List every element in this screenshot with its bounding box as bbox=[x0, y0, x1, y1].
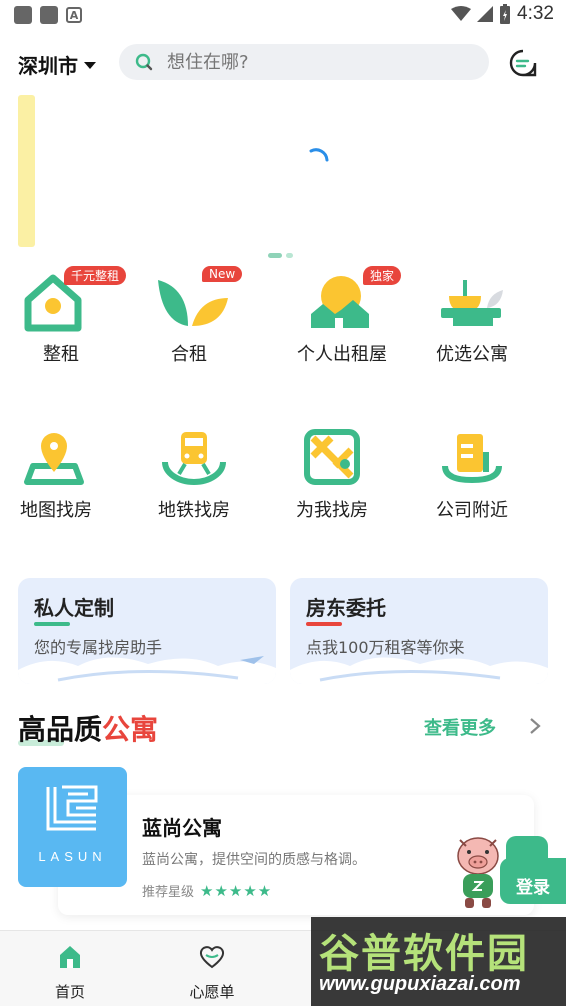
search-input[interactable] bbox=[167, 51, 447, 73]
see-more-link[interactable]: 查看更多 bbox=[424, 714, 496, 740]
section-title: 高品质公寓 bbox=[18, 713, 159, 746]
rating-stars-icon: ★★★★★ bbox=[200, 881, 273, 900]
search-bar[interactable] bbox=[119, 44, 489, 80]
promo-underline bbox=[34, 622, 70, 626]
city-selector[interactable]: 深圳市 bbox=[18, 50, 96, 79]
banner-edge bbox=[18, 95, 35, 247]
clouds-decoration-icon bbox=[290, 657, 548, 684]
badge: 独家 bbox=[363, 266, 402, 285]
category-label: 个人出租屋 bbox=[297, 344, 387, 365]
nav-wishlist[interactable]: 心愿单 bbox=[172, 943, 252, 1002]
clock: 4:32 bbox=[517, 3, 554, 24]
lasun-logo-icon bbox=[46, 785, 98, 831]
bowl-icon bbox=[441, 280, 503, 326]
search-icon bbox=[135, 53, 153, 71]
category-label: 合租 bbox=[171, 344, 207, 365]
map-pin-icon bbox=[24, 433, 84, 485]
route-map-icon bbox=[304, 429, 360, 485]
category-label: 公司附近 bbox=[436, 500, 508, 521]
caret-down-icon bbox=[84, 62, 96, 69]
logo-text: LASUN bbox=[38, 849, 107, 864]
carousel-indicator bbox=[268, 253, 293, 258]
category-hezu[interactable]: New 合租 bbox=[124, 266, 254, 366]
promo-private-custom[interactable]: 私人定制 您的专属找房助手 bbox=[18, 578, 276, 684]
badge: New bbox=[202, 266, 243, 282]
category-zhengzu[interactable]: 千元整租 整租 bbox=[0, 266, 127, 366]
clouds-decoration-icon bbox=[18, 656, 276, 684]
carousel-dot bbox=[286, 253, 293, 258]
wifi-icon bbox=[451, 6, 472, 21]
category-subway-search[interactable]: 地铁找房 bbox=[129, 428, 259, 522]
watermark: 谷普软件园 www.gupuxiazai.com bbox=[311, 917, 566, 1006]
rating-label: 推荐星级 bbox=[142, 885, 195, 900]
category-youxuan[interactable]: 优选公寓 bbox=[407, 272, 537, 366]
promo-landlord-entrust[interactable]: 房东委托 点我100万租客等你来 bbox=[290, 578, 548, 684]
signal-icon bbox=[477, 6, 494, 22]
category-find-for-me[interactable]: 为我找房 bbox=[267, 428, 397, 522]
watermark-url: www.gupuxiazai.com bbox=[319, 973, 521, 995]
top-bar: 深圳市 bbox=[0, 40, 566, 84]
pig-mascot-icon bbox=[457, 837, 499, 908]
apartment-logo: LASUN bbox=[18, 767, 127, 887]
battery-icon bbox=[500, 4, 511, 24]
category-personal-rental[interactable]: 独家 个人出租屋 bbox=[277, 266, 407, 366]
apartment-description: 蓝尚公寓，提供空间的质感与格调。 bbox=[142, 852, 366, 868]
notification-icons: A bbox=[14, 6, 82, 24]
banner-carousel[interactable] bbox=[18, 95, 548, 247]
heart-icon bbox=[199, 946, 225, 969]
apartment-rating: 推荐星级 ★★★★★ bbox=[142, 881, 273, 901]
home-nav-icon bbox=[60, 946, 80, 968]
watermark-title: 谷普软件园 bbox=[319, 931, 529, 977]
badge: 千元整租 bbox=[64, 266, 127, 285]
promo-underline bbox=[306, 622, 342, 626]
category-label: 整租 bbox=[43, 344, 79, 365]
category-label: 地图找房 bbox=[20, 500, 92, 521]
category-near-company[interactable]: 公司附近 bbox=[407, 428, 537, 522]
city-label: 深圳市 bbox=[18, 54, 78, 78]
nav-label: 心愿单 bbox=[189, 983, 235, 1001]
promo-title: 私人定制 bbox=[34, 596, 114, 620]
notification-icon bbox=[14, 6, 32, 24]
category-label: 优选公寓 bbox=[436, 344, 508, 365]
login-button[interactable]: 登录 bbox=[500, 858, 566, 904]
building-icon bbox=[442, 434, 502, 484]
nav-label: 首页 bbox=[54, 983, 85, 1001]
notification-icon bbox=[40, 6, 58, 24]
subway-icon bbox=[162, 432, 226, 485]
nav-home[interactable]: 首页 bbox=[30, 943, 110, 1002]
chevron-right-icon[interactable] bbox=[528, 716, 542, 736]
loading-spinner-icon bbox=[309, 148, 329, 162]
category-map-search[interactable]: 地图找房 bbox=[0, 428, 121, 522]
message-icon[interactable] bbox=[508, 48, 538, 78]
category-label: 地铁找房 bbox=[158, 500, 230, 521]
promo-title: 房东委托 bbox=[306, 596, 386, 620]
apartment-name: 蓝尚公寓 bbox=[142, 816, 222, 840]
category-label: 为我找房 bbox=[296, 500, 368, 521]
status-bar: A 4:32 bbox=[0, 0, 566, 30]
notification-a-icon: A bbox=[66, 7, 82, 23]
carousel-dot-active bbox=[268, 253, 282, 258]
